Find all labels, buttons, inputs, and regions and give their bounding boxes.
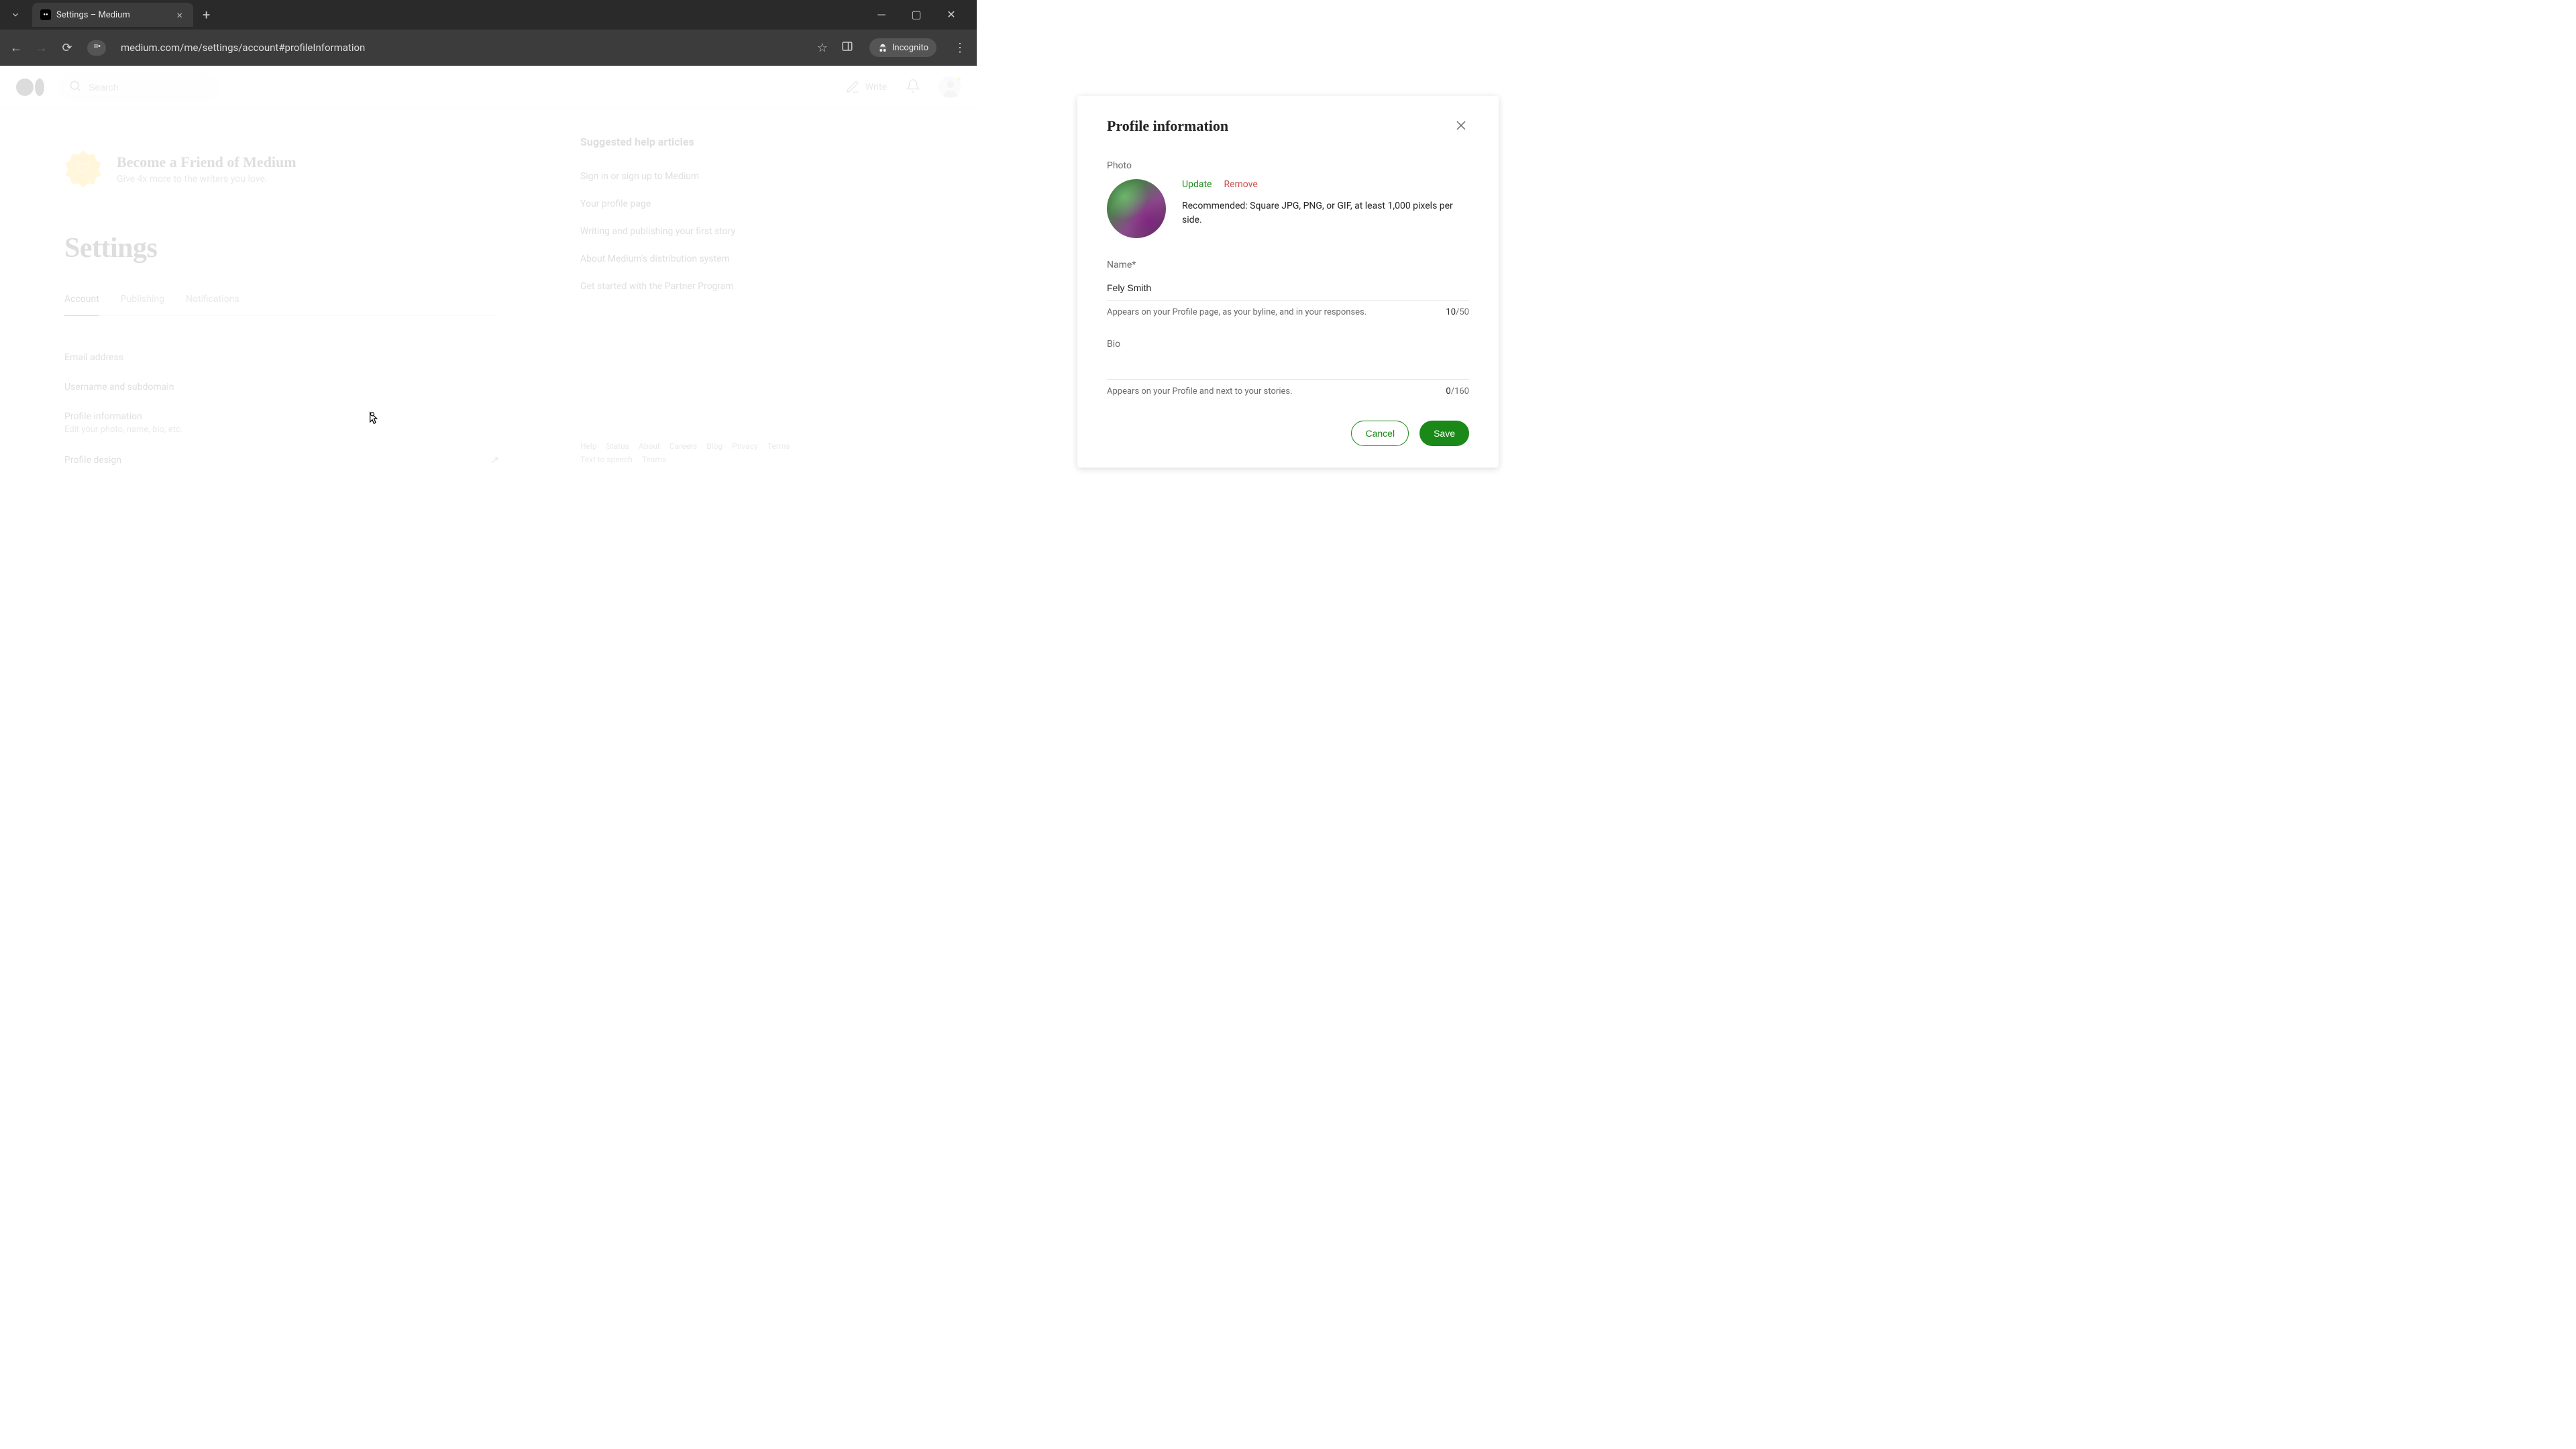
tab-search-dropdown[interactable]	[5, 5, 25, 25]
cancel-button[interactable]: Cancel	[1351, 421, 1409, 446]
bio-hint: Appears on your Profile and next to your…	[1107, 386, 1293, 396]
photo-hint: Recommended: Square JPG, PNG, or GIF, at…	[1182, 199, 1469, 227]
close-icon	[1453, 117, 1469, 133]
remove-photo-button[interactable]: Remove	[1224, 179, 1257, 190]
bio-input[interactable]	[1107, 358, 1469, 380]
name-input[interactable]	[1107, 278, 1469, 301]
incognito-icon	[877, 42, 888, 53]
minimize-icon[interactable]: ─	[872, 8, 891, 21]
site-info-icon[interactable]	[87, 40, 106, 56]
incognito-label: Incognito	[892, 43, 928, 53]
back-button[interactable]: ←	[8, 41, 24, 55]
side-panel-icon[interactable]	[841, 40, 853, 56]
tab-close-icon[interactable]: ×	[174, 9, 185, 21]
modal-overlay[interactable]: Profile information Photo Update Remove …	[0, 66, 2576, 1449]
incognito-chip[interactable]: Incognito	[869, 38, 936, 57]
new-tab-button[interactable]: +	[203, 7, 210, 23]
dialog-title: Profile information	[1107, 117, 1228, 135]
photo-label: Photo	[1107, 160, 1469, 171]
profile-photo[interactable]	[1107, 179, 1166, 238]
dialog-close-button[interactable]	[1453, 117, 1469, 136]
save-button[interactable]: Save	[1419, 421, 1469, 446]
forward-button[interactable]: →	[34, 41, 50, 55]
favicon-icon: ••	[40, 9, 51, 20]
reload-button[interactable]: ⟳	[59, 41, 75, 55]
browser-tab[interactable]: •• Settings – Medium ×	[32, 3, 193, 27]
name-hint: Appears on your Profile page, as your by…	[1107, 307, 1366, 317]
bio-counter: 0/160	[1446, 386, 1469, 396]
cursor-icon	[366, 411, 379, 429]
bio-label: Bio	[1107, 339, 1469, 350]
profile-dialog: Profile information Photo Update Remove …	[1077, 96, 1499, 468]
bookmark-star-icon[interactable]: ☆	[817, 41, 828, 55]
update-photo-button[interactable]: Update	[1182, 179, 1212, 190]
url-text[interactable]: medium.com/me/settings/account#profileIn…	[115, 42, 808, 54]
tab-title: Settings – Medium	[56, 10, 168, 20]
browser-chrome: •• Settings – Medium × + ─ ▢ ✕ ← → ⟳ med…	[0, 0, 977, 66]
name-counter: 10/50	[1446, 307, 1469, 317]
browser-menu-icon[interactable]: ⋮	[951, 41, 969, 55]
name-label: Name*	[1107, 260, 1469, 270]
maximize-icon[interactable]: ▢	[907, 8, 926, 21]
close-window-icon[interactable]: ✕	[942, 8, 961, 21]
